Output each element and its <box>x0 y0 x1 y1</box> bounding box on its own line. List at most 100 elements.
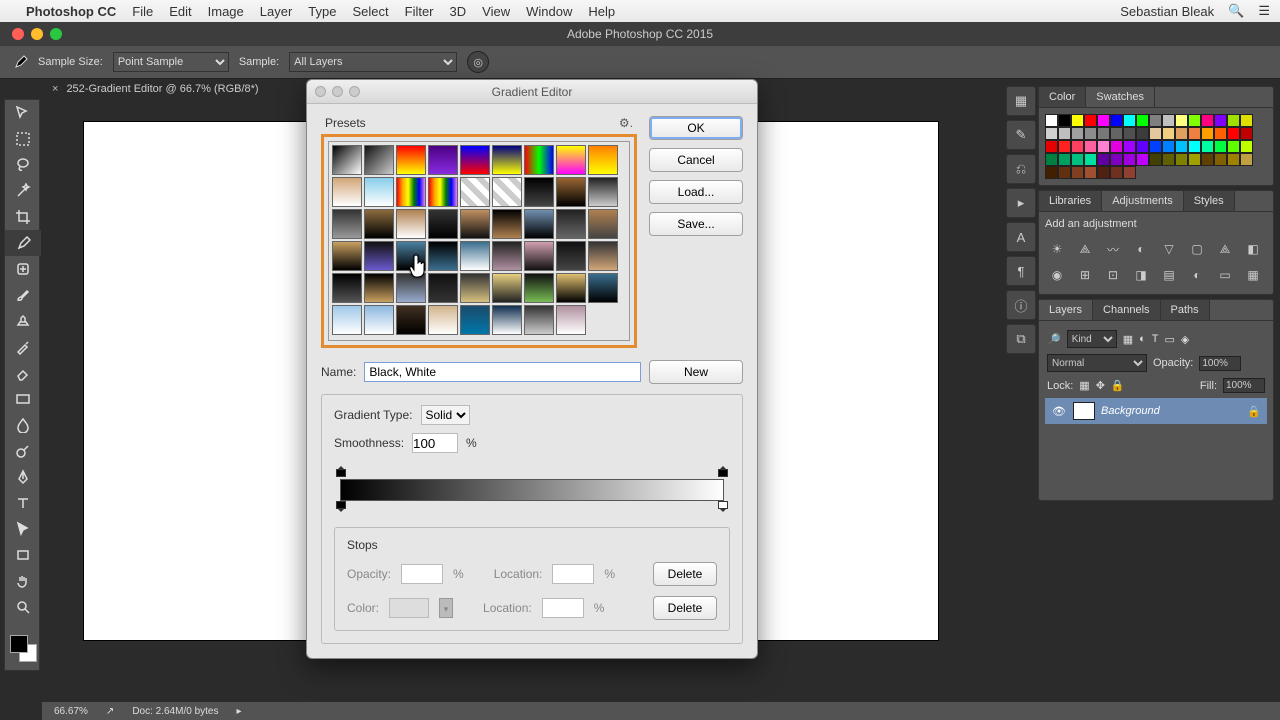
opacity-stop-left[interactable] <box>336 465 346 477</box>
swatch[interactable] <box>1227 153 1240 166</box>
gradient-preset[interactable] <box>556 241 586 271</box>
gradient-preset[interactable] <box>364 273 394 303</box>
layer-thumbnail[interactable] <box>1073 402 1095 420</box>
gradient-preset[interactable] <box>588 145 618 175</box>
lock-pixels-icon[interactable]: ▦ <box>1079 379 1089 392</box>
layer-name[interactable]: Background <box>1101 405 1160 417</box>
color-tab[interactable]: Color <box>1039 87 1086 107</box>
gradient-preset[interactable] <box>588 241 618 271</box>
gradient-bar[interactable] <box>336 461 728 521</box>
color-stop-left[interactable] <box>336 503 346 515</box>
eraser-tool[interactable] <box>5 360 41 386</box>
swatch[interactable] <box>1175 127 1188 140</box>
swatch[interactable] <box>1045 166 1058 179</box>
bw-icon[interactable]: ◧ <box>1243 240 1263 258</box>
swatch[interactable] <box>1084 127 1097 140</box>
ok-button[interactable]: OK <box>649 116 743 140</box>
gradient-preset[interactable] <box>364 241 394 271</box>
dialog-close-icon[interactable] <box>315 86 326 97</box>
swatch[interactable] <box>1136 114 1149 127</box>
brightness-contrast-icon[interactable]: ☀ <box>1047 240 1067 258</box>
type-tool[interactable] <box>5 490 41 516</box>
menu-3d[interactable]: 3D <box>450 4 467 19</box>
gradient-preset[interactable] <box>460 145 490 175</box>
gradient-preset[interactable] <box>460 241 490 271</box>
gradient-preset[interactable] <box>524 177 554 207</box>
status-chevron-icon[interactable]: ▸ <box>236 706 241 717</box>
swatch[interactable] <box>1162 140 1175 153</box>
gradient-preview[interactable] <box>340 479 724 501</box>
swatch[interactable] <box>1123 114 1136 127</box>
actions-panel-icon[interactable]: ▸ <box>1006 188 1036 218</box>
spotlight-icon[interactable]: 🔍 <box>1228 3 1244 19</box>
opacity-input[interactable] <box>1199 356 1241 371</box>
sample-select[interactable]: All Layers <box>289 52 457 72</box>
adjustments-tab[interactable]: Adjustments <box>1102 191 1184 211</box>
gradient-preset[interactable] <box>588 209 618 239</box>
zoom-window-icon[interactable] <box>50 28 62 40</box>
document-tab[interactable]: × 252-Gradient Editor @ 66.7% (RGB/8*) <box>42 79 269 99</box>
swatch[interactable] <box>1071 166 1084 179</box>
gradient-preset[interactable] <box>396 273 426 303</box>
close-tab-icon[interactable]: × <box>52 83 58 95</box>
lasso-tool[interactable] <box>5 152 41 178</box>
swatch[interactable] <box>1097 153 1110 166</box>
gradient-preset[interactable] <box>492 305 522 335</box>
dialog-titlebar[interactable]: Gradient Editor <box>307 80 757 104</box>
color-stop-right[interactable] <box>718 503 728 515</box>
swatch[interactable] <box>1149 127 1162 140</box>
menu-view[interactable]: View <box>482 4 510 19</box>
brush-tool[interactable] <box>5 282 41 308</box>
levels-icon[interactable]: ⟁ <box>1075 240 1095 258</box>
swatch[interactable] <box>1214 114 1227 127</box>
swatch[interactable] <box>1240 153 1253 166</box>
swatch[interactable] <box>1045 114 1058 127</box>
layers-tab[interactable]: Layers <box>1039 300 1093 320</box>
history-panel-icon[interactable]: ▦ <box>1006 86 1036 116</box>
save-button[interactable]: Save... <box>649 212 743 236</box>
menu-image[interactable]: Image <box>208 4 244 19</box>
gradient-preset[interactable] <box>556 177 586 207</box>
gradient-preset[interactable] <box>364 305 394 335</box>
color-balance-icon[interactable]: ⟁ <box>1215 240 1235 258</box>
gradient-preset[interactable] <box>492 209 522 239</box>
fill-input[interactable] <box>1223 378 1265 393</box>
blur-tool[interactable] <box>5 412 41 438</box>
libraries-tab[interactable]: Libraries <box>1039 191 1102 211</box>
lock-position-icon[interactable]: ✥ <box>1096 379 1105 392</box>
swatch[interactable] <box>1188 114 1201 127</box>
close-window-icon[interactable] <box>12 28 24 40</box>
swatch[interactable] <box>1136 153 1149 166</box>
swatch[interactable] <box>1058 166 1071 179</box>
lock-all-icon[interactable]: 🔒 <box>1111 379 1125 392</box>
filter-shape-icon[interactable]: ▭ <box>1165 333 1175 346</box>
menu-window[interactable]: Window <box>526 4 572 19</box>
filter-type-icon[interactable]: T <box>1152 333 1159 345</box>
crop-tool[interactable] <box>5 204 41 230</box>
stop-opacity-location-input[interactable] <box>552 564 594 584</box>
gradient-preset[interactable] <box>428 305 458 335</box>
magic-wand-tool[interactable] <box>5 178 41 204</box>
color-lookup-icon[interactable]: ⊡ <box>1103 266 1123 284</box>
swatch[interactable] <box>1240 114 1253 127</box>
dialog-minimize-icon[interactable] <box>332 86 343 97</box>
brush-panel-icon[interactable]: ✎ <box>1006 120 1036 150</box>
swatch[interactable] <box>1084 114 1097 127</box>
minimize-window-icon[interactable] <box>31 28 43 40</box>
gradient-preset[interactable] <box>396 177 426 207</box>
healing-brush-tool[interactable] <box>5 256 41 282</box>
gradient-preset[interactable] <box>524 145 554 175</box>
gradient-name-input[interactable] <box>364 362 641 382</box>
status-arrow-icon[interactable]: ↗ <box>106 706 114 717</box>
sample-size-select[interactable]: Point Sample <box>113 52 229 72</box>
swatch[interactable] <box>1175 114 1188 127</box>
invert-icon[interactable]: ◨ <box>1131 266 1151 284</box>
eyedropper-tool[interactable] <box>5 230 41 256</box>
gradient-preset[interactable] <box>396 241 426 271</box>
swatch[interactable] <box>1201 153 1214 166</box>
selective-color-icon[interactable]: ▦ <box>1243 266 1263 284</box>
swatch[interactable] <box>1201 114 1214 127</box>
menu-help[interactable]: Help <box>588 4 615 19</box>
swatch[interactable] <box>1214 153 1227 166</box>
gradient-preset[interactable] <box>428 241 458 271</box>
